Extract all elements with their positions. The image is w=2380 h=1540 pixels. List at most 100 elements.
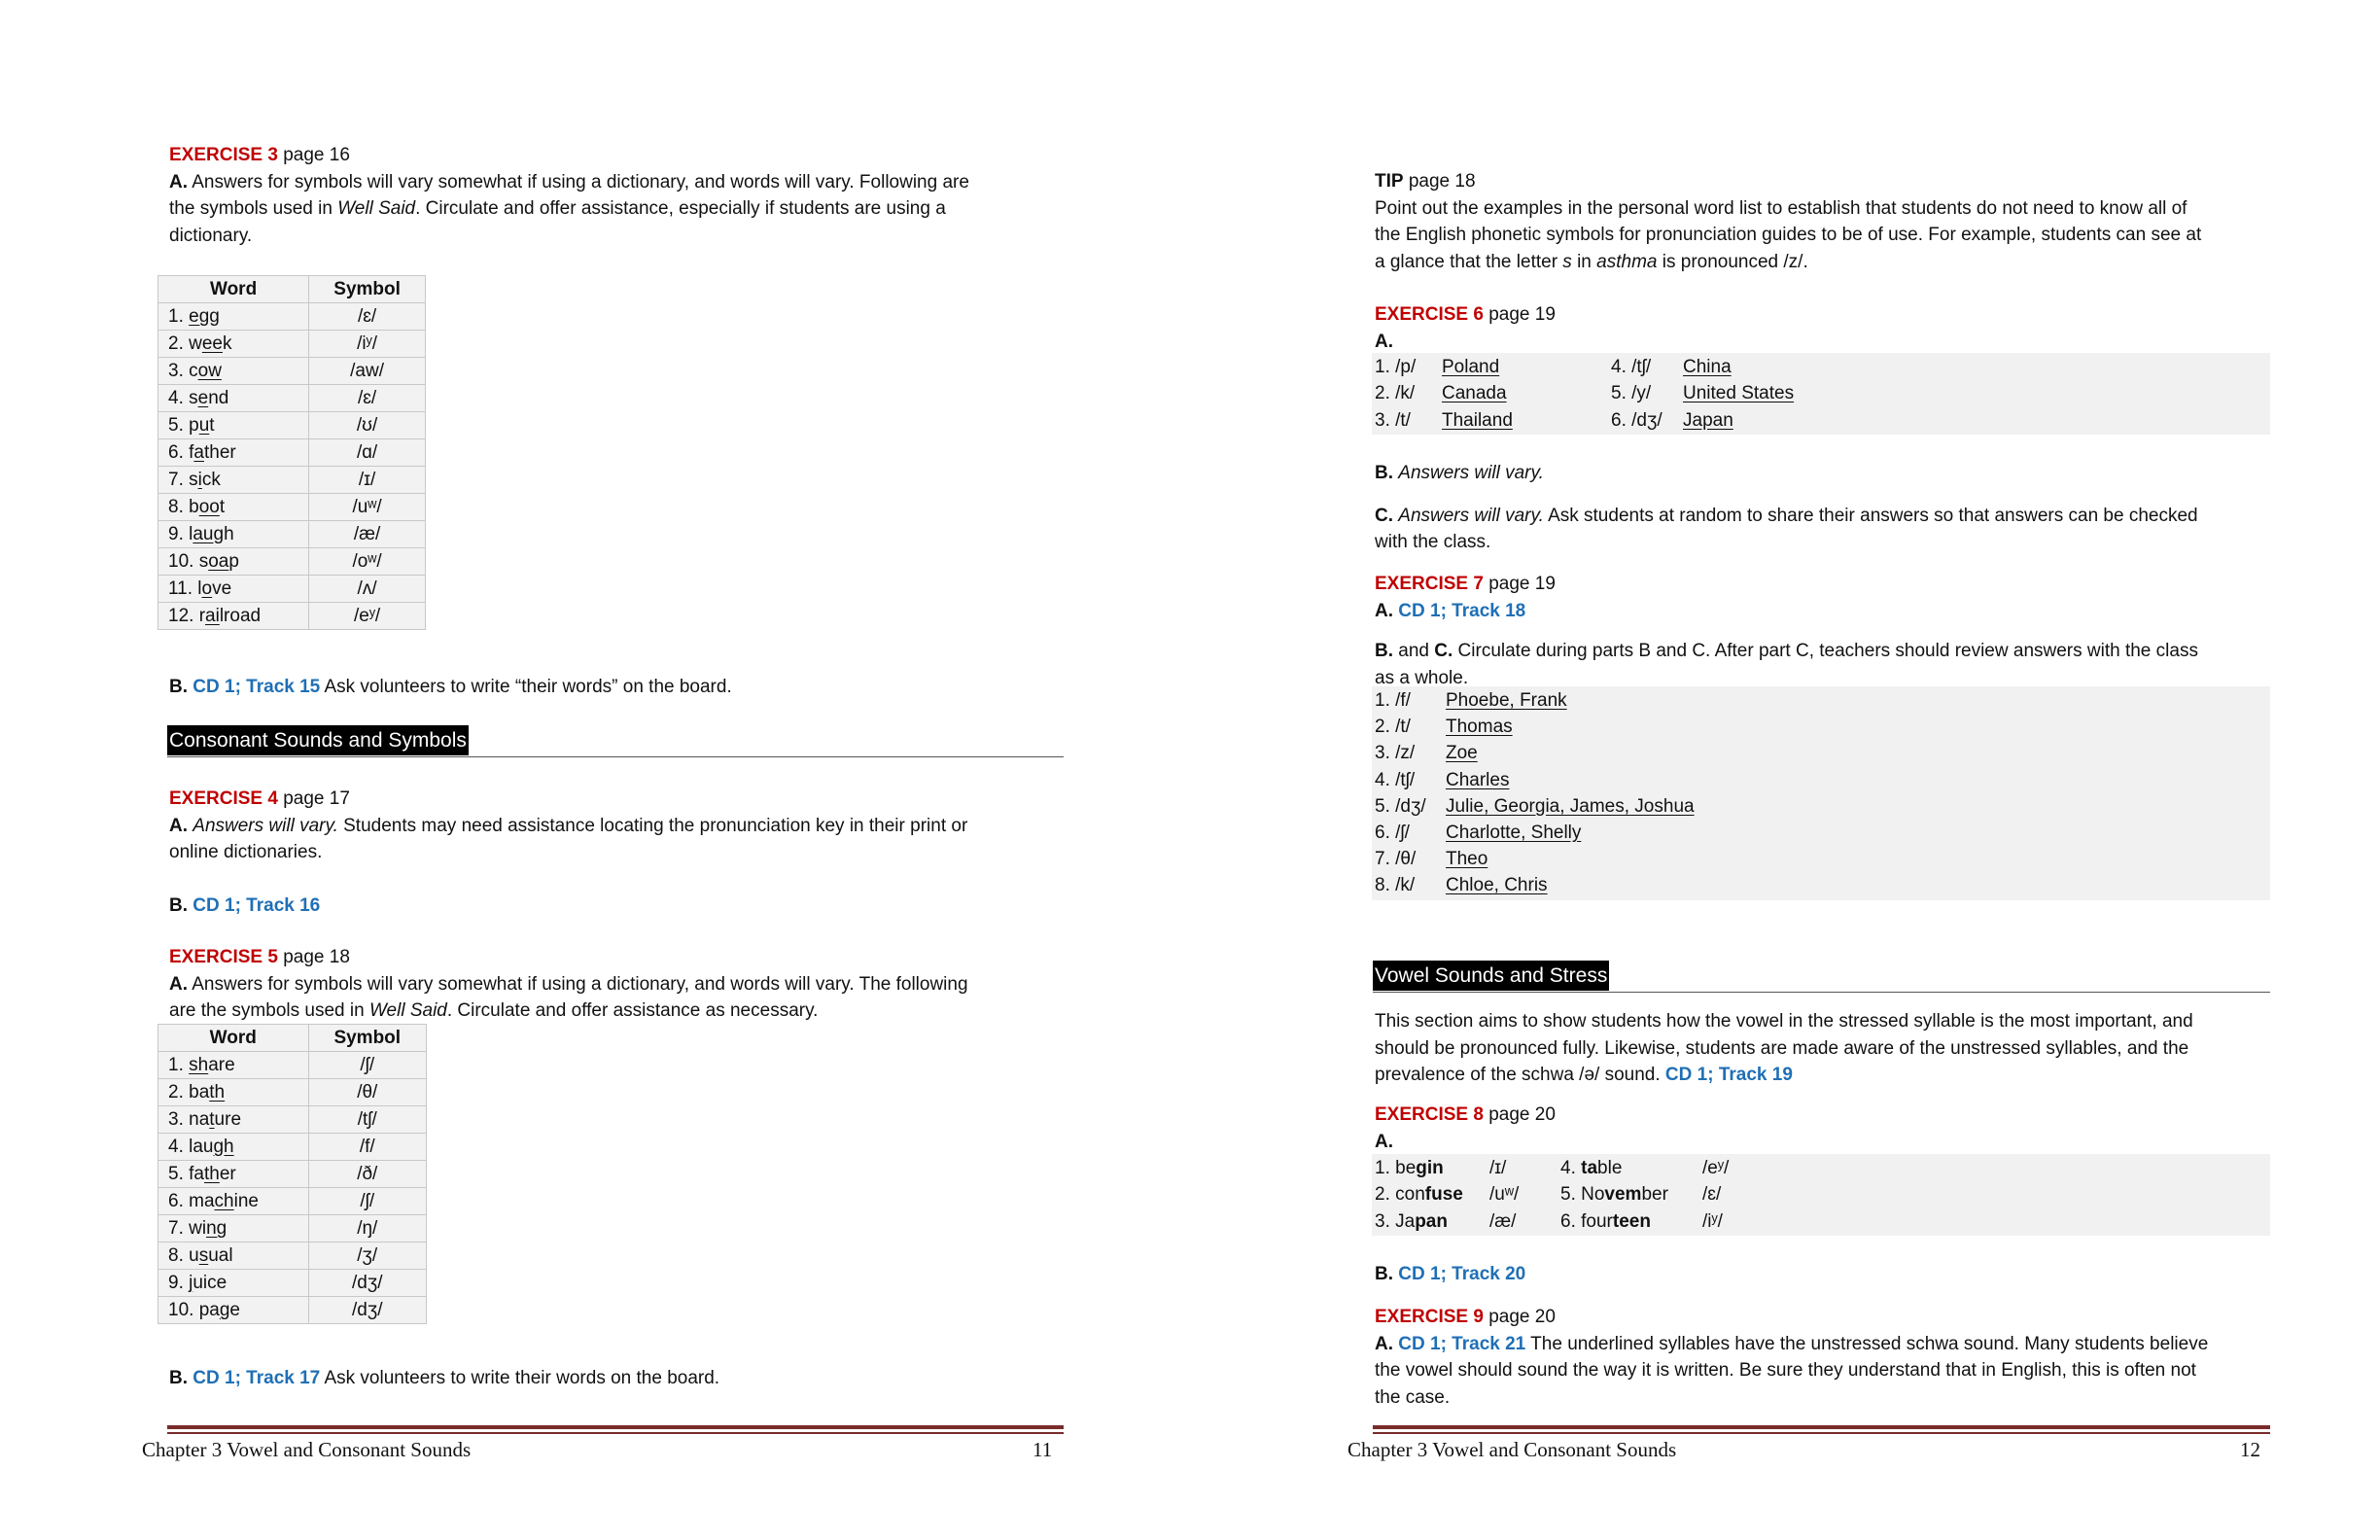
word-part: k xyxy=(223,333,232,354)
table-row: 7. wing/ŋ/ xyxy=(158,1214,427,1242)
paragraph-text: is pronounced /z/. xyxy=(1657,251,1808,272)
sound-symbol: 8. /k/ xyxy=(1375,875,1416,896)
underlined-sound: o xyxy=(201,578,213,599)
country-name: United States xyxy=(1683,383,1795,404)
paragraph-text: are the symbols used in xyxy=(169,1000,369,1021)
answer-item: 2. confuse/uʷ/ xyxy=(1375,1181,1519,1208)
audio-track: CD 1; Track 19 xyxy=(1664,1065,1793,1085)
word-part: p xyxy=(228,551,239,572)
table-row: 2. week/iʸ/ xyxy=(157,330,426,358)
page-ref: page 20 xyxy=(1488,1307,1556,1327)
word-part: ine xyxy=(233,1191,259,1211)
page-number: 12 xyxy=(2240,1438,2260,1461)
name-list: Chloe, Chris xyxy=(1446,875,1548,896)
section-heading-vowel: Vowel Sounds and Stress xyxy=(1373,961,1610,991)
name-list: Charles xyxy=(1446,769,1510,790)
syllable: con xyxy=(1395,1184,1425,1206)
word-cell: 8. boot xyxy=(157,493,310,521)
country-name: Canada xyxy=(1442,383,1507,404)
name-list: Charlotte, Shelly xyxy=(1446,822,1582,843)
table-row: 3. nature/tʃ/ xyxy=(158,1105,427,1134)
column-header: Word xyxy=(157,275,310,303)
table-row: 5. father/ð/ xyxy=(158,1160,427,1188)
item-number: 2. xyxy=(168,333,190,354)
page-left: EXERCISE 3 page 16 A. Answers for symbol… xyxy=(0,0,1190,1540)
sound-symbol: 7. /θ/ xyxy=(1375,849,1417,870)
item-number: 9. xyxy=(168,1273,190,1293)
symbol-cell: /uʷ/ xyxy=(308,493,426,521)
word-part: ual xyxy=(208,1245,233,1266)
word-part: er xyxy=(219,1164,236,1184)
word-part: lau xyxy=(189,1137,214,1157)
word-part: t xyxy=(209,415,215,436)
paragraph-text: and xyxy=(1393,641,1435,661)
symbol-cell: /ɪ/ xyxy=(308,466,426,494)
table-row: 4. laugh/f/ xyxy=(158,1133,427,1161)
symbol-cell: /ʌ/ xyxy=(308,575,426,603)
book-title: Well Said xyxy=(337,198,416,219)
symbol-cell: /tʃ/ xyxy=(307,1105,427,1134)
underlined-sound: sh xyxy=(189,1055,209,1075)
table-row: 8. usual/ʒ/ xyxy=(158,1242,427,1270)
word-part: fa xyxy=(189,1164,204,1184)
audio-track: CD 1; Track 20 xyxy=(1398,1264,1526,1284)
underlined-sound: ee xyxy=(201,333,223,354)
syllable: Ja xyxy=(1395,1210,1416,1232)
word-part: u xyxy=(189,1245,199,1266)
answer-item: 6. /dʒ/Japan xyxy=(1611,407,1733,434)
symbol-cell: /ʃ/ xyxy=(307,1051,427,1079)
word-cell: 1. share xyxy=(158,1051,309,1079)
symbol-cell: /ð/ xyxy=(307,1160,427,1188)
underlined-sound: g xyxy=(219,1300,230,1320)
word: 3. Japan xyxy=(1375,1208,1489,1235)
footer-rule xyxy=(1373,1432,2270,1434)
column-header: Symbol xyxy=(308,275,426,303)
paragraph-text: The underlined syllables have the unstre… xyxy=(1525,1333,2209,1354)
word: 1. begin xyxy=(1375,1155,1489,1181)
exercise-title: EXERCISE 9 xyxy=(1375,1307,1484,1327)
word-cell: 12. railroad xyxy=(157,602,310,630)
footer-rule xyxy=(167,1432,1064,1434)
paragraph-text: Answers for symbols will vary somewhat i… xyxy=(192,973,968,995)
symbol-table-vowels: Word Symbol 1. egg/ɛ/2. week/iʸ/3. cow/a… xyxy=(157,275,426,630)
name-list: Julie, Georgia, James, Joshua xyxy=(1446,795,1695,817)
syllable: No xyxy=(1581,1184,1605,1206)
sound-symbol: 6. /ʃ/ xyxy=(1375,822,1410,843)
symbol-cell: /ʃ/ xyxy=(307,1187,427,1215)
item-number: 2. xyxy=(168,1082,190,1102)
item-number: 4. xyxy=(168,388,190,408)
sound-symbol: 1. /f/ xyxy=(1375,690,1411,711)
word-cell: 4. laugh xyxy=(158,1133,309,1161)
word-part: nd xyxy=(208,388,229,408)
stressed-syllable: vem xyxy=(1604,1184,1642,1206)
paragraph-text: . Circulate and offer assistance as nece… xyxy=(446,1000,819,1021)
symbol-cell: /f/ xyxy=(307,1133,427,1161)
item-number: 9. xyxy=(168,524,190,544)
syllable: four xyxy=(1581,1210,1613,1232)
word-part: w xyxy=(189,333,202,354)
vowel-symbol: /ɪ/ xyxy=(1489,1158,1507,1178)
paragraph-text: Answers will vary. xyxy=(192,815,338,836)
exercise-4: EXERCISE 4 page 17 A. Answers will vary.… xyxy=(169,786,1064,919)
part-label: B. xyxy=(169,894,188,916)
item-number: 10. xyxy=(168,1300,199,1320)
exercise-5: EXERCISE 5 page 18 A. Answers for symbol… xyxy=(169,944,1064,1025)
item-number: 3. xyxy=(168,361,190,381)
exercise-title: EXERCISE 8 xyxy=(1375,1104,1484,1125)
item-number: 8. xyxy=(168,497,190,517)
exercise-9: EXERCISE 9 page 20 A. CD 1; Track 21 The… xyxy=(1375,1304,2279,1411)
symbol-cell: /dʒ/ xyxy=(307,1296,427,1324)
paragraph-text: . Circulate and offer assistance, especi… xyxy=(415,198,946,219)
word-part: e xyxy=(229,1300,240,1320)
page-right: TIP page 18 Point out the examples in th… xyxy=(1190,0,2380,1540)
audio-track: CD 1; Track 21 xyxy=(1398,1333,1526,1354)
sound-symbol: 4. /tʃ/ xyxy=(1611,357,1652,377)
word-part: uice xyxy=(192,1273,228,1293)
table-row: 11. love/ʌ/ xyxy=(157,575,426,603)
paragraph-text: a glance that the letter xyxy=(1375,251,1563,272)
vowel-symbol: /æ/ xyxy=(1489,1210,1517,1232)
word-cell: 10. page xyxy=(158,1296,309,1324)
exercise-3: EXERCISE 3 page 16 A. Answers for symbol… xyxy=(169,142,1064,249)
vowel-symbol: /uʷ/ xyxy=(1489,1184,1520,1206)
word-part: ma xyxy=(189,1191,215,1211)
